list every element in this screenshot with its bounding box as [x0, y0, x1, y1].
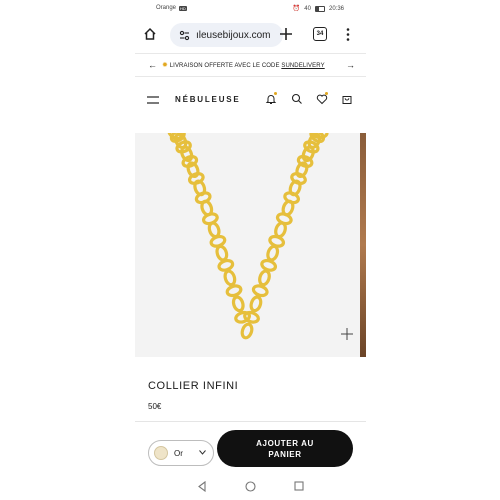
- chain-link: [240, 322, 254, 340]
- chain-link: [249, 295, 263, 313]
- notification-dot: [274, 92, 277, 95]
- promo-prev-icon[interactable]: ←: [148, 60, 157, 70]
- variant-label: Or: [174, 448, 183, 458]
- necklace-illustration: [167, 133, 329, 340]
- sparkle-icon: ✹: [162, 62, 168, 69]
- home-nav-icon[interactable]: [245, 481, 256, 492]
- chevron-down-icon: [199, 450, 206, 455]
- variant-select[interactable]: Or: [148, 440, 214, 466]
- carrier-label: Orange: [156, 5, 177, 11]
- browser-toolbar: ıleusebijoux.com 34: [135, 19, 366, 51]
- site-header: NÉBULEUSE: [135, 86, 366, 112]
- chain-link: [258, 269, 271, 287]
- menu-icon[interactable]: [147, 96, 159, 104]
- status-bar: Orange HD ⏰ 40 20:36: [135, 0, 366, 18]
- site-logo[interactable]: NÉBULEUSE: [175, 95, 241, 104]
- divider: [135, 421, 366, 422]
- chain-link: [215, 244, 229, 262]
- address-bar[interactable]: ıleusebijoux.com: [170, 23, 283, 47]
- network-badge: HD: [179, 5, 187, 11]
- promo-message: ✹ LIVRAISON OFFERTE AVEC LE CODE SUNDELI…: [162, 61, 325, 69]
- promo-text: LIVRAISON OFFERTE AVEC LE CODE: [169, 63, 280, 69]
- chain-link: [260, 258, 278, 272]
- product-title: COLLIER INFINI: [148, 380, 239, 392]
- url-text[interactable]: ıleusebijoux.com: [196, 30, 270, 41]
- home-icon[interactable]: [143, 27, 157, 41]
- chain-link: [231, 295, 245, 313]
- tab-switcher-button[interactable]: 34: [313, 27, 327, 41]
- promo-next-icon[interactable]: →: [346, 60, 355, 70]
- alarm-icon: ⏰: [292, 6, 301, 12]
- search-icon[interactable]: [291, 93, 303, 105]
- chain-link: [225, 284, 243, 298]
- back-icon[interactable]: [197, 481, 207, 492]
- more-options-icon[interactable]: [346, 28, 350, 41]
- clock: 20:36: [328, 5, 344, 12]
- next-image-preview[interactable]: [360, 133, 366, 357]
- battery-percent: 40: [304, 5, 311, 12]
- promo-code[interactable]: SUNDELIVERY: [281, 63, 324, 69]
- product-price: 50€: [148, 402, 162, 411]
- gold-swatch: [154, 446, 168, 460]
- battery-icon: [314, 5, 325, 12]
- new-tab-icon[interactable]: [279, 27, 293, 41]
- wishlist-dot: [325, 92, 328, 95]
- site-settings-icon[interactable]: [179, 30, 190, 41]
- add-to-cart-button[interactable]: AJOUTER AU PANIER: [217, 430, 353, 467]
- chain-link: [251, 284, 269, 298]
- cart-bag-icon[interactable]: [341, 93, 353, 105]
- recents-icon[interactable]: [294, 481, 304, 491]
- chain-link: [217, 258, 235, 272]
- zoom-plus-icon[interactable]: [341, 328, 353, 340]
- promo-banner: ← ✹ LIVRAISON OFFERTE AVEC LE CODE SUNDE…: [135, 53, 366, 77]
- product-image[interactable]: [135, 133, 366, 357]
- android-nav-bar: [135, 478, 366, 496]
- phone-screen: Orange HD ⏰ 40 20:36 ıleusebijoux.com 34: [135, 0, 366, 500]
- chain-link: [223, 269, 237, 287]
